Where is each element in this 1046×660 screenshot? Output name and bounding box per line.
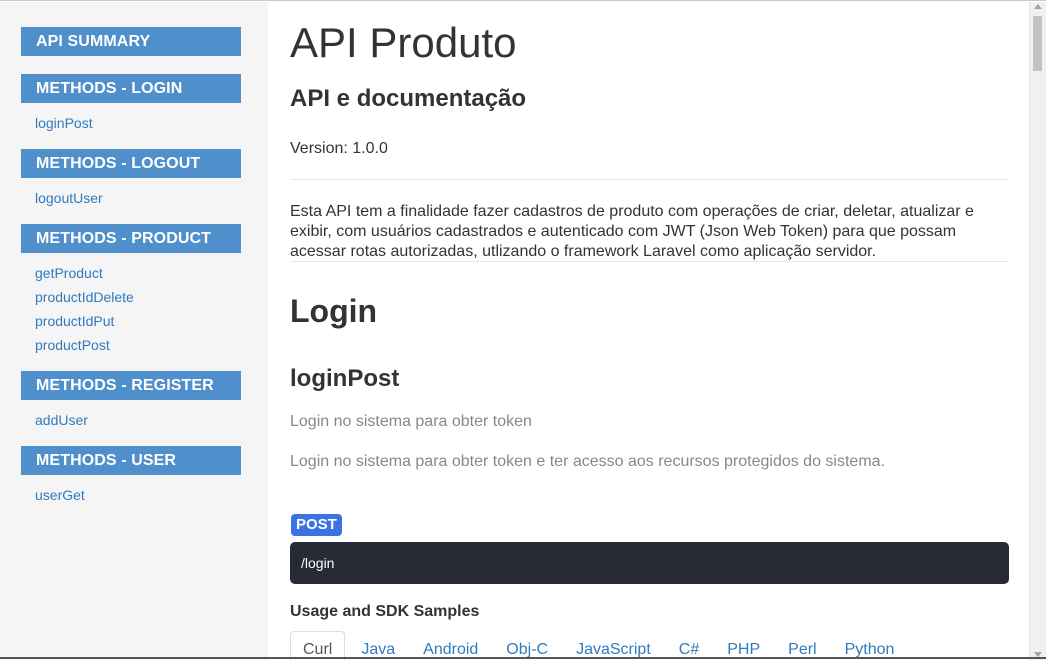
sidebar-item-getproduct[interactable]: getProduct: [35, 261, 268, 285]
sidebar-group-register: METHODS - REGISTER addUser: [0, 371, 268, 432]
vertical-scrollbar[interactable]: [1029, 2, 1046, 660]
api-version: Version: 1.0.0: [290, 140, 388, 157]
sidebar-item-userget[interactable]: userGet: [35, 483, 268, 507]
tab-csharp[interactable]: C#: [666, 631, 711, 660]
tab-java[interactable]: Java: [348, 631, 407, 660]
tab-perl[interactable]: Perl: [775, 631, 828, 660]
divider: [290, 261, 1009, 262]
sidebar-item-loginpost[interactable]: loginPost: [35, 111, 268, 135]
scroll-up-arrow-icon[interactable]: [1034, 4, 1042, 9]
tab-javascript[interactable]: JavaScript: [563, 631, 663, 660]
sidebar-header-login[interactable]: METHODS - LOGIN: [21, 74, 241, 103]
http-verb-badge: POST: [291, 514, 342, 536]
sidebar-item-productiddelete[interactable]: productIdDelete: [35, 285, 268, 309]
sidebar-group-logout: METHODS - LOGOUT logoutUser: [0, 149, 268, 210]
tab-objc[interactable]: Obj-C: [493, 631, 560, 660]
sidebar-header-register[interactable]: METHODS - REGISTER: [21, 371, 241, 400]
tab-curl[interactable]: Curl: [290, 631, 346, 660]
sidebar-summary-group: API SUMMARY: [0, 27, 268, 56]
sidebar-header-api-summary[interactable]: API SUMMARY: [21, 27, 241, 56]
api-description: Esta API tem a finalidade fazer cadastro…: [290, 203, 974, 260]
scroll-thumb[interactable]: [1033, 16, 1042, 71]
page-subtitle: API e documentação: [290, 85, 527, 112]
sdk-tabs: Curl Java Android Obj-C JavaScript C# PH…: [290, 631, 1009, 660]
section-title: Login: [290, 293, 378, 329]
sidebar-group-login: METHODS - LOGIN loginPost: [0, 74, 268, 135]
divider: [290, 179, 1009, 180]
page-title: API Produto: [290, 19, 517, 66]
sidebar-header-product[interactable]: METHODS - PRODUCT: [21, 224, 241, 253]
method-summary: Login no sistema para obter token: [290, 413, 532, 430]
sidebar-item-logoutuser[interactable]: logoutUser: [35, 186, 268, 210]
tab-python[interactable]: Python: [832, 631, 907, 660]
sidebar-header-logout[interactable]: METHODS - LOGOUT: [21, 149, 241, 178]
main-content: API Produto API e documentação Version: …: [290, 2, 1009, 660]
method-notes: Login no sistema para obter token e ter …: [290, 453, 885, 470]
sidebar-header-user[interactable]: METHODS - USER: [21, 446, 241, 475]
sidebar-group-user: METHODS - USER userGet: [0, 446, 268, 507]
usage-title: Usage and SDK Samples: [290, 603, 480, 620]
sidebar: API SUMMARY METHODS - LOGIN loginPost ME…: [0, 2, 268, 660]
sidebar-item-productidput[interactable]: productIdPut: [35, 309, 268, 333]
tab-android[interactable]: Android: [410, 631, 490, 660]
window-bottom-edge: [0, 657, 1046, 659]
endpoint-path: /login: [290, 542, 1009, 584]
sidebar-group-product: METHODS - PRODUCT getProduct productIdDe…: [0, 224, 268, 357]
sidebar-item-productpost[interactable]: productPost: [35, 333, 268, 357]
tab-php[interactable]: PHP: [714, 631, 772, 660]
sidebar-item-adduser[interactable]: addUser: [35, 408, 268, 432]
method-name: loginPost: [290, 365, 400, 392]
